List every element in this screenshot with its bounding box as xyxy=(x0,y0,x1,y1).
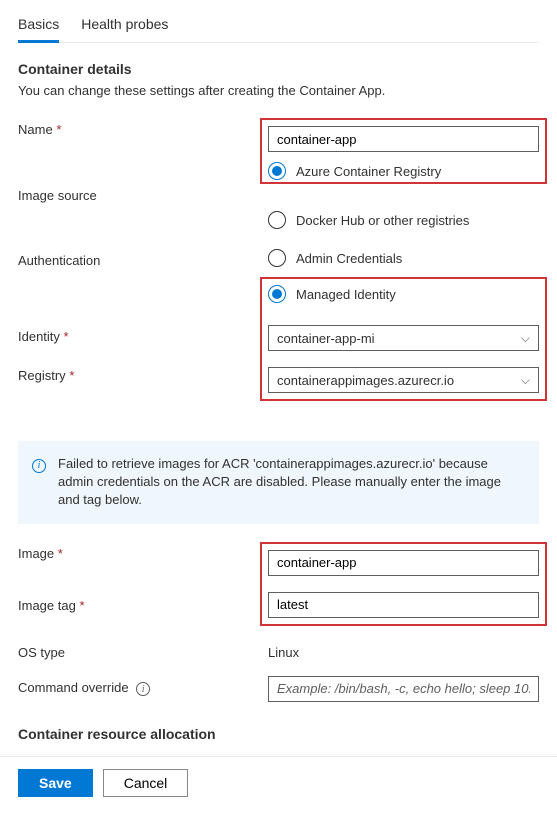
chevron-down-icon: ⌵ xyxy=(521,331,530,346)
label-image: Image * xyxy=(18,542,268,561)
tabs-bar: Basics Health probes xyxy=(18,10,539,43)
label-image-source: Image source xyxy=(18,188,268,203)
tab-basics[interactable]: Basics xyxy=(18,10,59,43)
cancel-button[interactable]: Cancel xyxy=(103,769,189,797)
radio-docker-label: Docker Hub or other registries xyxy=(296,213,469,228)
image-input[interactable] xyxy=(268,550,539,576)
os-type-value: Linux xyxy=(268,641,539,660)
registry-value: containerappimages.azurecr.io xyxy=(277,373,454,388)
save-button[interactable]: Save xyxy=(18,769,93,797)
label-name: Name * xyxy=(18,118,268,137)
section-subtitle: You can change these settings after crea… xyxy=(18,83,539,98)
image-tag-input[interactable] xyxy=(268,592,539,618)
command-override-input[interactable] xyxy=(268,676,539,702)
radio-icon xyxy=(268,211,286,229)
radio-icon xyxy=(268,249,286,267)
label-authentication: Authentication xyxy=(18,249,268,268)
identity-value: container-app-mi xyxy=(277,331,375,346)
resource-allocation-title: Container resource allocation xyxy=(18,726,539,742)
radio-managed-identity[interactable]: Managed Identity xyxy=(268,285,539,303)
info-icon[interactable]: i xyxy=(136,682,150,696)
section-title: Container details xyxy=(18,61,539,77)
tab-health-probes[interactable]: Health probes xyxy=(81,10,168,42)
info-icon: i xyxy=(32,459,46,473)
label-command-override: Command override i xyxy=(18,676,268,697)
radio-icon xyxy=(268,162,286,180)
info-message: i Failed to retrieve images for ACR 'con… xyxy=(0,441,557,524)
radio-acr[interactable]: Azure Container Registry xyxy=(268,162,539,180)
radio-managed-label: Managed Identity xyxy=(296,287,396,302)
registry-select[interactable]: containerappimages.azurecr.io ⌵ xyxy=(268,367,539,393)
radio-docker[interactable]: Docker Hub or other registries xyxy=(268,211,539,229)
footer: Save Cancel xyxy=(0,756,557,807)
label-os-type: OS type xyxy=(18,641,268,660)
identity-select[interactable]: container-app-mi ⌵ xyxy=(268,325,539,351)
radio-icon xyxy=(268,285,286,303)
radio-admin-credentials[interactable]: Admin Credentials xyxy=(268,249,539,267)
name-input[interactable] xyxy=(268,126,539,152)
chevron-down-icon: ⌵ xyxy=(521,373,530,388)
radio-acr-label: Azure Container Registry xyxy=(296,164,441,179)
radio-admin-label: Admin Credentials xyxy=(296,251,402,266)
